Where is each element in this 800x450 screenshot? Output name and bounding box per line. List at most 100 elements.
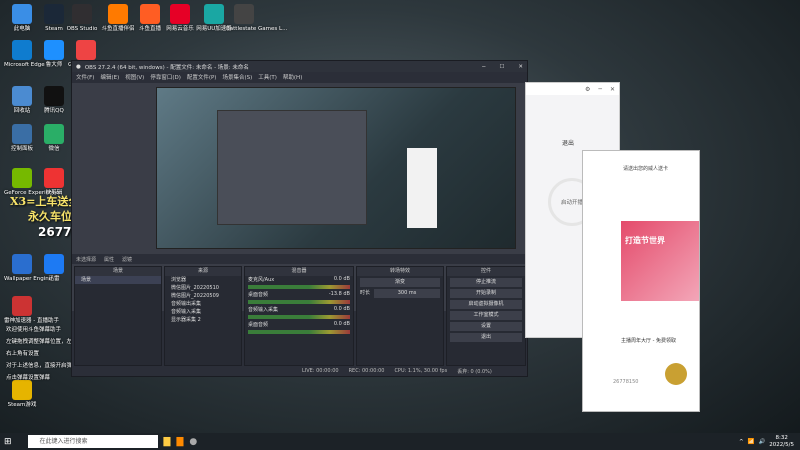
nested-phone-preview [407, 148, 437, 228]
channel-db: -13.8 dB [328, 291, 350, 297]
control-button[interactable]: 设置 [450, 322, 522, 331]
source-item[interactable]: 微信图片_20220510 [165, 284, 241, 292]
menu-item[interactable]: 编辑(E) [100, 73, 119, 81]
volume-meter[interactable] [248, 285, 350, 289]
desktop-icon-label: 雷神加速器 - 直播助手 [4, 318, 59, 324]
rec-status: REC: 00:00:00 [348, 368, 385, 374]
sources-header: 来源 [165, 267, 241, 276]
desktop-icon[interactable]: 快剪辑 [36, 168, 72, 196]
control-buttons: 停止推流开始录制启动虚拟摄像机 工作室模式设置退出 [447, 278, 525, 342]
promo-banner[interactable]: 打造节世界 [621, 221, 699, 301]
desktop-icon[interactable]: 微信 [36, 124, 72, 152]
folder-icon[interactable]: ▇ [164, 437, 171, 447]
menu-item[interactable]: 工具(T) [258, 73, 277, 81]
control-button[interactable]: 停止推流 [450, 278, 522, 287]
menu-item[interactable]: 场景集合(S) [222, 73, 252, 81]
badge-icon [665, 363, 687, 385]
desktop-icon[interactable]: 斗鱼直播伴侣 [100, 4, 136, 32]
chrome-icon [76, 40, 96, 60]
obs-titlebar[interactable]: ● OBS 27.2.4 (64 bit, windows) - 配置文件: 未… [72, 61, 527, 72]
desktop-icon-label: Battlestate Games L... [226, 26, 288, 32]
desktop-icon[interactable]: GeForce Experience [4, 168, 59, 196]
desktop-icon[interactable]: 迅雷 [36, 254, 72, 282]
desktop-icon[interactable]: 回收站 [4, 86, 40, 114]
menu-item[interactable]: 视图(V) [125, 73, 144, 81]
mixer-dock: 混音器 麦克风/Aux 0.0 dB 桌面音频 -13.8 dB 音频输入采集 0.0 d… [244, 266, 354, 366]
control-panel-icon [12, 124, 32, 144]
source-item[interactable]: 音频输入采集 [165, 308, 241, 316]
desktop-icon-label: OBS Studio [66, 26, 98, 32]
control-button[interactable]: 启动虚拟摄像机 [450, 300, 522, 309]
channel-name: 音频输入采集 [248, 307, 279, 313]
desktop-icon-label: Microsoft Edge [4, 62, 45, 68]
obs-icon: ● [76, 63, 81, 70]
volume-icon[interactable]: 🔊 [758, 439, 765, 445]
minimize-icon[interactable]: ─ [482, 64, 485, 70]
channel-db: 0.0 dB [333, 276, 350, 282]
computer-icon [12, 4, 32, 24]
desktop-icon[interactable]: 网易云音乐 [162, 4, 198, 32]
duration-input[interactable]: 300 ms [374, 289, 440, 298]
sources-dock: 来源 浏览器 微信图片_20220510 微信图片_20220509 音频输出采集 音频… [164, 266, 242, 366]
minimize-icon[interactable]: ─ [598, 86, 602, 93]
live-status: LIVE: 00:00:00 [302, 368, 339, 374]
desktop-icon[interactable]: 此电脑 [4, 4, 40, 32]
desktop-icon-label: GeForce Experience [4, 190, 59, 196]
exit-button[interactable]: 退出 [562, 138, 574, 147]
desktop-icon[interactable]: OBS Studio [64, 4, 100, 32]
system-tray: ^ 📶 🔊 8:32 2022/5/5 [739, 435, 800, 447]
obs-statusbar: LIVE: 00:00:00 REC: 00:00:00 CPU: 1.1%, … [72, 366, 527, 376]
volume-meter[interactable] [248, 300, 350, 304]
settings-icon[interactable]: ⚙ [585, 86, 590, 93]
phone-preview-window[interactable]: 请送出您的威人送卡 打造节世界 主播周年大厅 - 免费领取 26778150 [582, 150, 700, 412]
chevron-up-icon[interactable]: ^ [739, 439, 744, 445]
desktop-icon[interactable]: Wallpaper Engine [4, 254, 53, 282]
menu-item[interactable]: 帮助(H) [283, 73, 302, 81]
menu-item[interactable]: 停靠窗口(D) [150, 73, 181, 81]
desktop-icon[interactable]: Steam游戏 [4, 380, 40, 408]
desktop-icon[interactable]: Microsoft Edge [4, 40, 45, 68]
game-icon [234, 4, 254, 24]
controls-dock: 控件 停止推流 开始录制 启动虚拟摄像机 工作室模式 设置 退出 [446, 266, 526, 366]
source-item[interactable]: 浏览器 [165, 276, 241, 284]
desktop-icon-label: Wallpaper Engine [4, 276, 53, 282]
volume-meter[interactable] [248, 315, 350, 319]
desktop-icon[interactable]: 鲁大师 [36, 40, 72, 68]
desktop-icon[interactable]: Battlestate Games L... [226, 4, 288, 32]
toolbar-item[interactable]: 滤镜 [122, 256, 132, 263]
obs-taskbar-icon[interactable]: ● [189, 437, 197, 447]
network-icon[interactable]: 📶 [748, 439, 755, 445]
desktop-icon[interactable]: 控制面板 [4, 124, 40, 152]
close-icon[interactable]: ✕ [610, 86, 615, 93]
windows-start-icon[interactable]: ⊞ [4, 437, 12, 447]
desktop-icon-label: 快剪辑 [45, 190, 63, 196]
dropped-frames: 丢弃: 0 (0.0%) [457, 368, 492, 375]
obs-window[interactable]: ● OBS 27.2.4 (64 bit, windows) - 配置文件: 未… [71, 60, 528, 377]
volume-meter[interactable] [248, 330, 350, 334]
menu-item[interactable]: 文件(F) [76, 73, 94, 81]
source-item[interactable]: 显示器采集 2 [165, 316, 241, 324]
edge-icon [12, 40, 32, 60]
clock-date[interactable]: 2022/5/5 [769, 442, 794, 448]
desktop-icon-label: 斗鱼直播伴侣 [101, 26, 135, 32]
douyu-icon [140, 4, 160, 24]
desktop-icon-label: 鲁大师 [45, 62, 63, 68]
obs-title: OBS 27.2.4 (64 bit, windows) - 配置文件: 未命名… [84, 64, 249, 71]
toolbar-item[interactable]: 属性 [104, 256, 114, 263]
close-icon[interactable]: ✕ [518, 64, 523, 70]
control-button[interactable]: 工作室模式 [450, 311, 522, 320]
desktop-icon[interactable]: 腾讯QQ [36, 86, 72, 114]
source-toolbar: 未选择源 属性 滤镜 [72, 254, 527, 264]
scene-item[interactable]: 场景 [75, 276, 161, 284]
control-button[interactable]: 开始录制 [450, 289, 522, 298]
source-item[interactable]: 微信图片_20220509 [165, 292, 241, 300]
maximize-icon[interactable]: ☐ [499, 64, 504, 70]
transition-select[interactable]: 渐变 [360, 278, 440, 287]
douyu-icon [108, 4, 128, 24]
desktop-icon[interactable]: 雷神加速器 - 直播助手 [4, 296, 59, 324]
douyu-taskbar-icon[interactable]: ▇ [176, 437, 183, 447]
menu-item[interactable]: 配置文件(P) [187, 73, 217, 81]
taskbar-search-input[interactable]: 在此键入进行搜索 [27, 435, 158, 448]
source-item[interactable]: 音频输出采集 [165, 300, 241, 308]
control-button[interactable]: 退出 [450, 333, 522, 342]
